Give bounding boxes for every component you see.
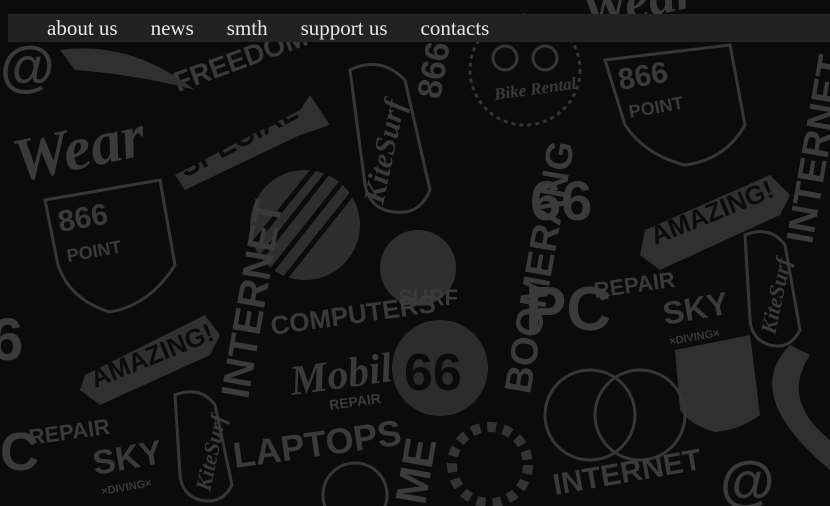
- gear-icon: [447, 422, 533, 506]
- internet-decal-vertical: INTERNET: [214, 197, 292, 402]
- me-decal: ME: [387, 434, 447, 506]
- point-decal-right: POINT: [627, 93, 685, 122]
- nav-about-us[interactable]: about us: [47, 14, 118, 42]
- main-nav: about us news smth support us contacts: [8, 14, 830, 42]
- nav-news[interactable]: news: [151, 14, 194, 42]
- num866-decal-left: 866: [55, 198, 110, 239]
- globe-icon: [321, 461, 389, 506]
- kitesurf-decal: KiteSurf: [357, 94, 412, 208]
- num866-decal-right: 866: [615, 56, 670, 97]
- num866-decal-vertical: 866: [410, 39, 457, 101]
- bike-rental-decal: Bike Rental: [492, 74, 578, 104]
- point-decal-left: POINT: [65, 237, 123, 266]
- outline-66-left: [543, 368, 637, 462]
- at-sign-decal-bottom: @: [720, 449, 775, 506]
- outline-66-right: [593, 368, 687, 462]
- nav-support-us[interactable]: support us: [301, 14, 388, 42]
- internet-decal-right: INTERNET: [780, 52, 830, 246]
- bike-wheel-left: [491, 44, 519, 72]
- boomerang-shape-right: [772, 345, 830, 470]
- wear-decal: Wear: [7, 101, 152, 195]
- skydiving-badge-right: [675, 335, 760, 432]
- nav-smth[interactable]: smth: [227, 14, 268, 42]
- kitesurf-decal-right: KiteSurf: [755, 253, 796, 337]
- num66-decal-badge: 66: [404, 344, 462, 402]
- bike-wheel-right: [531, 44, 559, 72]
- internet-decal-bottom: INTERNET: [550, 443, 703, 502]
- background-pattern: @ Wear Wear FREEDOM SPECIAL 866 POINT 86…: [0, 0, 830, 506]
- sky-decal-left: SKY: [90, 433, 166, 483]
- laptops-decal: LAPTOPS: [230, 412, 403, 476]
- num6-decal-left: 6: [0, 306, 23, 373]
- num66-decal: 66: [530, 169, 592, 232]
- nav-contacts[interactable]: contacts: [421, 14, 490, 42]
- at-sign-decal: @: [0, 34, 55, 97]
